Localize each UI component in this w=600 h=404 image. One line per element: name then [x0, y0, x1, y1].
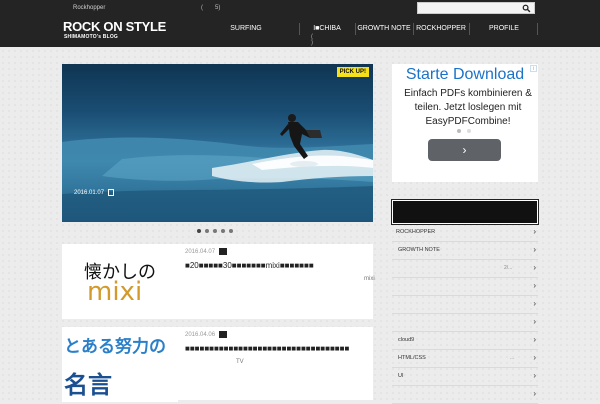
thumb-text-line1: とある努力の: [64, 337, 166, 357]
chevron-right-icon: ›: [533, 299, 536, 308]
nav-rockhopper[interactable]: ROCKHOPPER: [413, 20, 469, 38]
site-header: Rockhopper ( 5) ROCK ON STYLE SHIMAMOTO'…: [0, 0, 600, 47]
category-icon: [219, 331, 227, 338]
chevron-right-icon: ›: [533, 389, 536, 398]
sidebar-category[interactable]: ROCKHOPPER ›: [392, 224, 538, 242]
surfer-photo: [62, 114, 373, 222]
header-text-close: 5): [215, 5, 221, 11]
slider-dot[interactable]: [229, 229, 233, 233]
site-tagline: Rockhopper: [73, 5, 106, 11]
thumb-text-line2: mixi: [87, 277, 143, 307]
post-excerpt: TV: [236, 359, 244, 365]
nav-divider: [537, 23, 538, 35]
nav-ichiba[interactable]: I■CHIBA: [299, 20, 355, 38]
chevron-right-icon: ›: [533, 353, 536, 362]
post-date: 2016.04.07: [185, 249, 216, 255]
sidebar-category[interactable]: ›: [392, 386, 538, 404]
sidebar-category[interactable]: HTML/CSS ... ›: [392, 350, 538, 368]
slider-dot[interactable]: [197, 229, 201, 233]
search-icon[interactable]: [522, 4, 531, 13]
sidebar-category[interactable]: ›: [392, 314, 538, 332]
pickup-badge: PICK UP!: [336, 67, 369, 77]
category-count: ...: [510, 355, 515, 361]
chevron-right-icon: ›: [533, 371, 536, 380]
sidebar-category[interactable]: UI ›: [392, 368, 538, 386]
site-logo-subtitle: SHIMAMOTO's BLOG: [64, 34, 119, 40]
search-box: [417, 2, 535, 14]
post-thumbnail[interactable]: とある努力の 名言: [62, 327, 178, 402]
post-thumbnail[interactable]: 懐かしの mixi: [62, 244, 178, 319]
nav-surfing[interactable]: SURFING: [219, 20, 273, 38]
nav-growth-note[interactable]: GROWTH NOTE: [355, 20, 413, 38]
post-excerpt: mixi: [364, 276, 375, 282]
post-card[interactable]: 懐かしの mixi 2016.04.07 ■20■■■■■30■■■■■■■mi…: [62, 244, 375, 319]
chevron-right-icon: ›: [533, 317, 536, 326]
chevron-right-icon: ›: [533, 335, 536, 344]
thumb-text-line2: 名言: [64, 370, 112, 399]
ad-carousel-dot[interactable]: [457, 129, 461, 133]
sidebar-category[interactable]: GROWTH NOTE ›: [392, 242, 538, 260]
sidebar-category[interactable]: 2/... ›: [392, 260, 538, 278]
post-title[interactable]: ■20■■■■■30■■■■■■■mixi■■■■■■■: [185, 261, 314, 270]
sidebar-category[interactable]: ›: [392, 278, 538, 296]
slider-dot[interactable]: [221, 229, 225, 233]
sidebar-ad[interactable]: i Starte Download Einfach PDFs kombinier…: [392, 64, 538, 182]
header-text-open: (: [201, 5, 203, 11]
slider-dot[interactable]: [213, 229, 217, 233]
category-label: GROWTH NOTE: [398, 247, 440, 253]
category-label: HTML/CSS: [398, 355, 426, 361]
ad-next-button[interactable]: ›: [428, 139, 501, 161]
category-icon: [108, 189, 114, 196]
post-title[interactable]: ■■■■■■■■■■■■■■■■■■■■■■■■■■■■■■■■■■: [185, 344, 349, 353]
nav-profile[interactable]: PROFILE: [469, 20, 539, 38]
category-label: UI: [398, 373, 404, 379]
category-count: 2/...: [504, 265, 513, 271]
site-logo[interactable]: ROCK ON STYLE: [63, 20, 166, 33]
widget-header: [391, 199, 539, 225]
search-input[interactable]: [420, 3, 520, 13]
ad-carousel-dot[interactable]: [467, 129, 471, 133]
slider-dot[interactable]: [205, 229, 209, 233]
chevron-right-icon: ›: [533, 263, 536, 272]
featured-slider[interactable]: PICK UP! 2016.01.07: [62, 64, 373, 222]
hero-date: 2016.01.07: [74, 190, 105, 196]
sidebar-category[interactable]: cloud9 ›: [392, 332, 538, 350]
nav-ichiba-count: ( ): [311, 34, 313, 46]
ad-body: Einfach PDFs kombinieren & teilen. Jetzt…: [404, 88, 532, 127]
sidebar-category[interactable]: ›: [392, 296, 538, 314]
category-label: cloud9: [398, 337, 415, 343]
chevron-right-icon: ›: [533, 245, 536, 254]
post-date: 2016.04.06: [185, 332, 216, 338]
ad-title[interactable]: Starte Download: [392, 66, 538, 84]
chevron-right-icon: ›: [533, 227, 536, 236]
post-card[interactable]: とある努力の 名言 2016.04.06 ■■■■■■■■■■■■■■■■■■■…: [62, 327, 373, 402]
category-icon: [219, 248, 227, 255]
chevron-right-icon: ›: [533, 281, 536, 290]
category-label: ROCKHOPPER: [396, 229, 436, 235]
